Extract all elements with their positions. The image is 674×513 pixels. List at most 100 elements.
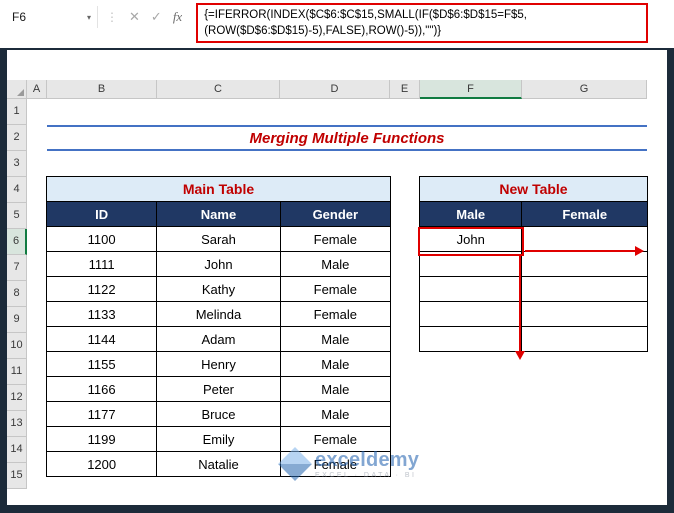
cell[interactable]: Adam [156,326,281,352]
cell[interactable]: 1144 [45,326,158,352]
watermark-tagline: EXCEL · DATA · BI [315,472,417,479]
cell[interactable]: Kathy [156,276,281,302]
table-row: 1133 Melinda Female [45,301,392,327]
cell[interactable]: 1200 [45,451,158,477]
table-row [418,326,648,352]
cell[interactable] [418,301,523,327]
select-all-corner[interactable] [7,80,27,99]
table-row [418,276,648,302]
table-row: 1199 Emily Female [45,426,392,452]
cell-grid: Merging Multiple Functions Main Table ID… [27,99,648,509]
cell[interactable]: Melinda [156,301,281,327]
row-header-4[interactable]: 4 [7,177,27,203]
cell[interactable]: Male [279,326,392,352]
cell[interactable]: Peter [156,376,281,402]
cell[interactable]: Female [279,276,392,302]
annotation-arrow-down-icon [515,256,525,360]
table-row: 1155 Henry Male [45,351,392,377]
cell[interactable] [418,326,523,352]
cell[interactable]: 1122 [45,276,158,302]
new-header-female[interactable]: Female [521,201,648,227]
table-row [418,301,648,327]
cell[interactable]: Male [279,401,392,427]
main-table-title[interactable]: Main Table [46,176,391,202]
column-header-c[interactable]: C [157,80,280,99]
cell[interactable]: Male [279,251,392,277]
cell[interactable]: Sarah [156,226,281,252]
cell[interactable]: Male [279,351,392,377]
column-header-g[interactable]: G [522,80,647,99]
cell[interactable]: 1133 [45,301,158,327]
formula-line-1: {=IFERROR(INDEX($C$6:$C$15,SMALL(IF($D$6… [204,9,527,21]
main-header-gender[interactable]: Gender [279,201,392,227]
cell[interactable]: Female [279,226,392,252]
row-header-7[interactable]: 7 [7,255,27,281]
table-row: 1100 Sarah Female [45,226,392,252]
drag-handle-icon: ⋮ [106,10,118,24]
column-header-f[interactable]: F [420,80,522,99]
annotation-arrow-right-icon [525,246,644,256]
row-header-9[interactable]: 9 [7,307,27,333]
cell[interactable] [521,276,648,302]
row-header-12[interactable]: 12 [7,385,27,411]
row-header-1[interactable]: 1 [7,99,27,125]
cell[interactable] [521,226,648,252]
cell[interactable] [521,326,648,352]
row-header-8[interactable]: 8 [7,281,27,307]
cell[interactable] [418,276,523,302]
column-header-e[interactable]: E [390,80,420,99]
formula-bar-buttons: ⋮ ✕ ✓ fx [106,8,182,26]
cell[interactable]: 1155 [45,351,158,377]
main-header-id[interactable]: ID [45,201,158,227]
cell[interactable]: 1166 [45,376,158,402]
active-cell-border [418,227,524,256]
cell[interactable]: 1111 [45,251,158,277]
formula-input[interactable]: {=IFERROR(INDEX($C$6:$C$15,SMALL(IF($D$6… [196,3,648,43]
column-header-d[interactable]: D [280,80,390,99]
row-header-10[interactable]: 10 [7,333,27,359]
new-table: New Table Male Female John [418,176,648,352]
main-table: Main Table ID Name Gender 1100 Sarah Femal… [45,176,392,477]
row-header-3[interactable]: 3 [7,151,27,177]
table-row: 1166 Peter Male [45,376,392,402]
cell[interactable] [521,301,648,327]
cell[interactable] [521,251,648,277]
cell[interactable]: Emily [156,426,281,452]
sheet-title[interactable]: Merging Multiple Functions [47,125,647,151]
row-header-5[interactable]: 5 [7,203,27,229]
cell[interactable]: 1177 [45,401,158,427]
column-header-b[interactable]: B [47,80,157,99]
exceldemy-logo-icon [278,447,312,481]
chevron-down-icon[interactable]: ▾ [87,13,91,22]
row-header-14[interactable]: 14 [7,437,27,463]
cell[interactable]: Henry [156,351,281,377]
name-box-value: F6 [12,10,27,24]
new-header-male[interactable]: Male [418,201,523,227]
column-headers: A B C D E F G [7,80,667,99]
row-header-11[interactable]: 11 [7,359,27,385]
table-row: 1111 John Male [45,251,392,277]
cell[interactable]: 1199 [45,426,158,452]
row-headers: 1 2 3 4 5 6 7 8 9 10 11 12 13 14 15 [7,99,27,489]
cell[interactable]: 1100 [45,226,158,252]
cell[interactable]: Male [279,376,392,402]
row-header-15[interactable]: 15 [7,463,27,489]
name-box[interactable]: F6 ▾ [6,6,98,28]
row-header-6[interactable]: 6 [7,229,27,255]
cell[interactable]: Natalie [156,451,281,477]
main-header-name[interactable]: Name [156,201,281,227]
row-header-2[interactable]: 2 [7,125,27,151]
cell[interactable]: John [156,251,281,277]
cancel-icon[interactable]: ✕ [129,9,140,25]
table-row: 1177 Bruce Male [45,401,392,427]
formula-bar: F6 ▾ ⋮ ✕ ✓ fx {=IFERROR(INDEX($C$6:$C$15… [0,0,674,48]
worksheet-frame: A B C D E F G 1 2 3 4 5 6 7 8 9 10 11 12… [0,48,674,513]
cell[interactable]: Female [279,301,392,327]
exceldemy-watermark: exceldemy EXCEL · DATA · BI [278,447,419,481]
cell[interactable]: Bruce [156,401,281,427]
row-header-13[interactable]: 13 [7,411,27,437]
enter-icon[interactable]: ✓ [151,9,162,25]
insert-function-icon[interactable]: fx [173,9,182,25]
new-table-title[interactable]: New Table [419,176,648,202]
column-header-a[interactable]: A [27,80,47,99]
